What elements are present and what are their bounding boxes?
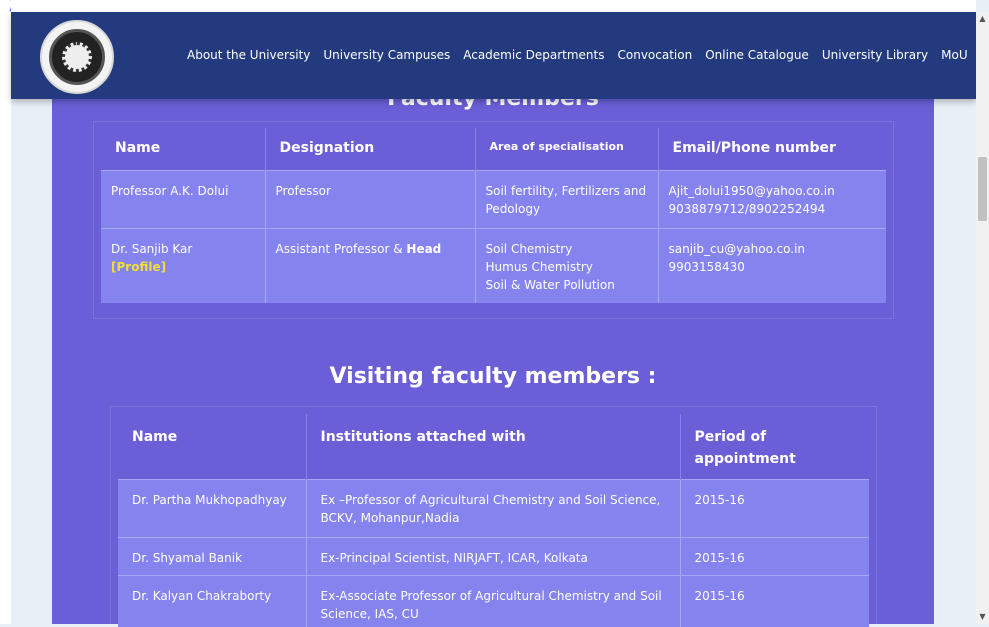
left-gutter [0, 0, 11, 624]
faculty-designation: Assistant Professor & Head [264, 227, 475, 303]
faculty-contact: sanjib_cu@yahoo.co.in 9903158430 [657, 227, 886, 303]
faculty-heading: Faculty Members [52, 99, 934, 111]
faculty-table: Name Designation Area of specialisation … [101, 128, 886, 303]
visiting-name: Dr. Kalyan Chakraborty [118, 574, 306, 627]
visiting-period: 2015-16 [679, 478, 869, 537]
phone-text: 9903158430 [668, 259, 745, 274]
logo-emblem [62, 42, 92, 72]
table-row: Dr. Partha Mukhopadhyay Ex –Professor of… [118, 478, 869, 537]
nav-about-university[interactable]: About the University [187, 48, 310, 62]
col-header-area: Area of specialisation [474, 128, 658, 170]
faculty-contact: Ajit_dolui1950@yahoo.co.in 9038879712/89… [657, 169, 886, 228]
table-row: Dr. Sanjib Kar [Profile] Assistant Profe… [101, 227, 886, 303]
table-row: Dr. Shyamal Banik Ex-Principal Scientist… [118, 536, 869, 575]
visiting-name: Dr. Shyamal Banik [118, 536, 306, 575]
visiting-period: 2015-16 [679, 536, 869, 575]
area-line: Soil & Water Pollution [485, 277, 615, 292]
visiting-heading: Visiting faculty members : [329, 364, 657, 389]
area-line: Humus Chemistry [485, 259, 593, 274]
university-logo[interactable] [40, 20, 114, 94]
nav-university-campuses[interactable]: University Campuses [323, 48, 450, 62]
designation-text: Assistant Professor & [275, 241, 407, 256]
table-row: Professor A.K. Dolui Professor Soil fert… [101, 169, 886, 228]
logo-ring [49, 29, 105, 85]
col-header-contact: Email/Phone number [657, 128, 886, 170]
faculty-name: Dr. Sanjib Kar [Profile] [101, 227, 265, 303]
nav-convocation[interactable]: Convocation [618, 48, 693, 62]
col-header-name: Name [132, 429, 178, 445]
visiting-institution: Ex –Professor of Agricultural Chemistry … [305, 478, 680, 537]
nav-online-catalogue[interactable]: Online Catalogue [705, 48, 809, 62]
faculty-area: Soil fertility, Fertilizers and Pedology [474, 169, 658, 228]
email-text: sanjib_cu@yahoo.co.in [668, 241, 806, 256]
top-strip [11, 0, 976, 12]
phone-text: 9038879712/8902252494 [668, 201, 826, 216]
visiting-institution: Ex-Principal Scientist, NIRJAFT, ICAR, K… [305, 536, 680, 575]
main-nav: About the University University Campuses… [187, 48, 981, 62]
name-text: Dr. Sanjib Kar [111, 241, 193, 256]
scroll-thumb[interactable] [978, 157, 987, 221]
faculty-area: Soil Chemistry Humus Chemistry Soil & Wa… [474, 227, 658, 303]
faculty-name: Professor A.K. Dolui [101, 169, 265, 228]
col-header-designation: Designation [264, 128, 475, 170]
faculty-designation: Professor [264, 169, 475, 228]
visiting-name: Dr. Partha Mukhopadhyay [118, 478, 306, 537]
col-header-name: Name [115, 140, 161, 156]
visiting-table: Name Institutions attached with Period o… [118, 414, 869, 627]
table-row: Dr. Kalyan Chakraborty Ex-Associate Prof… [118, 574, 869, 627]
visiting-period: 2015-16 [679, 574, 869, 627]
email-text: Ajit_dolui1950@yahoo.co.in [668, 183, 835, 198]
nav-mou[interactable]: MoU [941, 48, 967, 62]
faculty-heading-clip: Faculty Members [52, 99, 934, 111]
visiting-institution: Ex-Associate Professor of Agricultural C… [305, 574, 680, 627]
nav-academic-departments[interactable]: Academic Departments [463, 48, 604, 62]
scroll-down-icon[interactable]: ▼ [976, 610, 989, 624]
col-header-period: Period of appointment [679, 414, 869, 479]
vertical-scrollbar[interactable]: ▲ ▼ [976, 12, 989, 624]
designation-bold: Head [406, 241, 442, 256]
site-header: About the University University Campuses… [11, 12, 976, 99]
col-header-institution: Institutions attached with [305, 414, 680, 479]
scroll-up-icon[interactable]: ▲ [976, 12, 989, 26]
area-line: Soil Chemistry [485, 241, 573, 256]
nav-university-library[interactable]: University Library [822, 48, 928, 62]
profile-link[interactable]: [Profile] [111, 260, 166, 274]
